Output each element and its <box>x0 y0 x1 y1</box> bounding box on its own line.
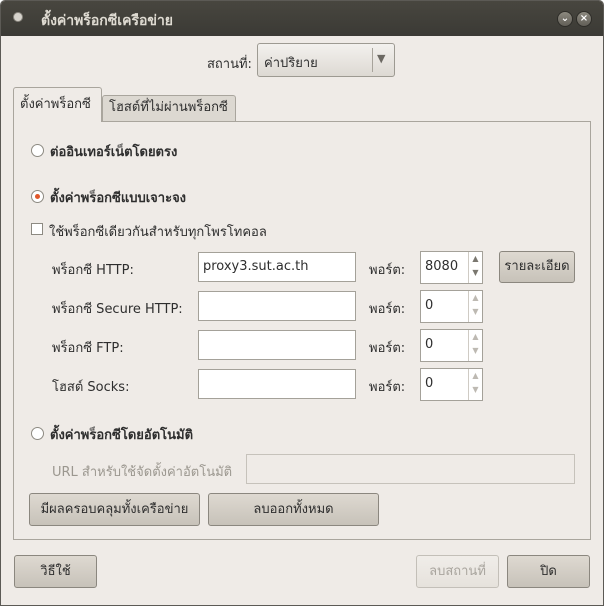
same-proxy-checkbox[interactable] <box>31 223 43 235</box>
window-title: ตั้งค่าพร็อกซีเครือข่าย <box>41 13 174 29</box>
close-window-icon[interactable]: × <box>576 11 592 27</box>
http-port-spinner[interactable]: 8080 ▲ ▼ <box>420 251 483 284</box>
secure-http-port-value: 0 <box>425 298 434 313</box>
secure-http-proxy-label: พร็อกซี Secure HTTP: <box>52 302 183 317</box>
close-button[interactable]: ปิด <box>507 555 590 588</box>
location-combo[interactable]: ค่าปริยาย ▼ <box>257 43 395 77</box>
http-proxy-input[interactable]: proxy3.sut.ac.th <box>198 252 356 282</box>
automatic-proxy-label[interactable]: ตั้งค่าพร็อกซีโดยอัตโนมัติ <box>50 424 193 445</box>
same-proxy-label[interactable]: ใช้พร็อกซีเดียวกันสำหรับทุกโพรโทคอล <box>49 221 267 242</box>
tab-proxy-configuration[interactable]: ตั้งค่าพร็อกซี <box>13 87 102 122</box>
ftp-proxy-input[interactable] <box>198 330 356 360</box>
ftp-port-label: พอร์ต: <box>369 341 406 356</box>
combo-separator <box>372 48 373 72</box>
spin-arrows-icon[interactable]: ▲ ▼ <box>468 252 482 283</box>
spin-arrows-icon[interactable]: ▲ ▼ <box>468 330 482 361</box>
autoconfig-url-label: URL สำหรับใช้จัดตั้งค่าอัตโนมัติ <box>52 465 233 480</box>
socks-port-label: พอร์ต: <box>369 380 406 395</box>
title-bar[interactable]: ตั้งค่าพร็อกซีเครือข่าย ⌄ × <box>1 1 603 36</box>
tab-ignored-hosts[interactable]: โฮสต์ที่ไม่ผ่านพร็อกซี <box>102 95 236 121</box>
direct-connection-label[interactable]: ต่ออินเทอร์เน็ตโดยตรง <box>50 141 177 162</box>
autoconfig-url-input[interactable] <box>246 454 575 484</box>
ftp-port-value: 0 <box>425 337 434 352</box>
app-icon <box>13 12 23 22</box>
socks-host-input[interactable] <box>198 369 356 399</box>
socks-port-spinner[interactable]: 0 ▲ ▼ <box>420 368 483 401</box>
ftp-proxy-label: พร็อกซี FTP: <box>52 341 124 356</box>
spin-arrows-icon[interactable]: ▲ ▼ <box>468 369 482 400</box>
secure-http-proxy-input[interactable] <box>198 291 356 321</box>
http-port-value: 8080 <box>425 259 459 274</box>
http-proxy-label: พร็อกซี HTTP: <box>52 263 134 278</box>
delete-location-button[interactable]: ลบสถานที่ <box>416 555 499 588</box>
socks-host-label: โฮสต์ Socks: <box>52 380 130 395</box>
dropdown-arrow-icon: ▼ <box>377 52 386 65</box>
secure-http-port-spinner[interactable]: 0 ▲ ▼ <box>420 290 483 323</box>
http-port-label: พอร์ต: <box>369 263 406 278</box>
help-button[interactable]: วิธีใช้ <box>14 555 97 588</box>
apply-system-wide-button[interactable]: มีผลครอบคลุมทั้งเครือข่าย <box>29 493 200 526</box>
secure-http-port-label: พอร์ต: <box>369 302 406 317</box>
clear-all-button[interactable]: ลบออกทั้งหมด <box>208 493 379 526</box>
manual-proxy-label[interactable]: ตั้งค่าพร็อกซีแบบเจาะจง <box>50 187 186 208</box>
automatic-proxy-radio[interactable] <box>31 427 44 440</box>
details-button[interactable]: รายละเอียด <box>499 251 575 283</box>
manual-proxy-radio[interactable] <box>31 190 44 203</box>
direct-connection-radio[interactable] <box>31 144 44 157</box>
location-value: ค่าปริยาย <box>264 56 318 71</box>
ftp-port-spinner[interactable]: 0 ▲ ▼ <box>420 329 483 362</box>
location-label: สถานที่: <box>207 57 252 72</box>
socks-port-value: 0 <box>425 376 434 391</box>
minimize-icon[interactable]: ⌄ <box>557 11 573 27</box>
spin-arrows-icon[interactable]: ▲ ▼ <box>468 291 482 322</box>
proxy-preferences-window: ตั้งค่าพร็อกซีเครือข่าย ⌄ × สถานที่: ค่า… <box>0 0 604 606</box>
